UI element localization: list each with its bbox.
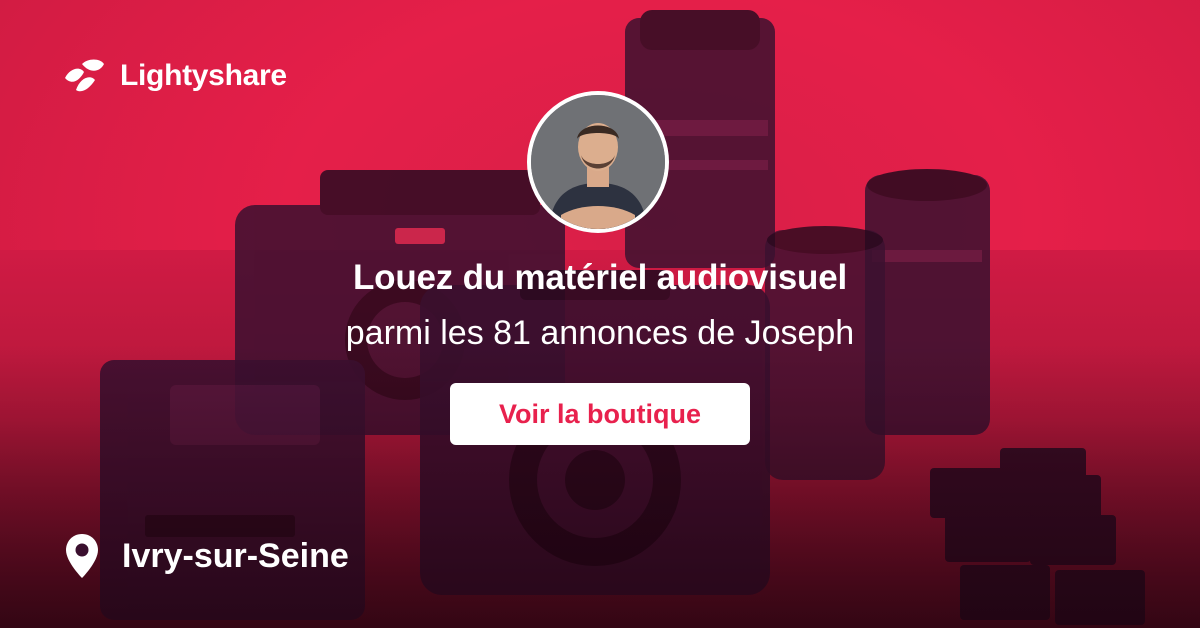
map-pin-icon xyxy=(66,534,98,578)
subheadline: parmi les 81 annonces de Joseph xyxy=(345,314,855,352)
headline: Louez du matériel audiovisuel xyxy=(352,258,848,297)
brand-name: Lightyshare xyxy=(120,59,287,92)
lightyshare-logo-icon xyxy=(65,59,104,92)
location-city: Ivry-sur-Seine xyxy=(122,536,349,575)
location: Ivry-sur-Seine xyxy=(64,532,349,580)
view-shop-button[interactable]: Voir la boutique xyxy=(450,383,750,445)
avatar xyxy=(527,91,669,233)
avatar-portrait xyxy=(531,95,665,229)
brand-logo[interactable]: Lightyshare xyxy=(62,56,287,96)
